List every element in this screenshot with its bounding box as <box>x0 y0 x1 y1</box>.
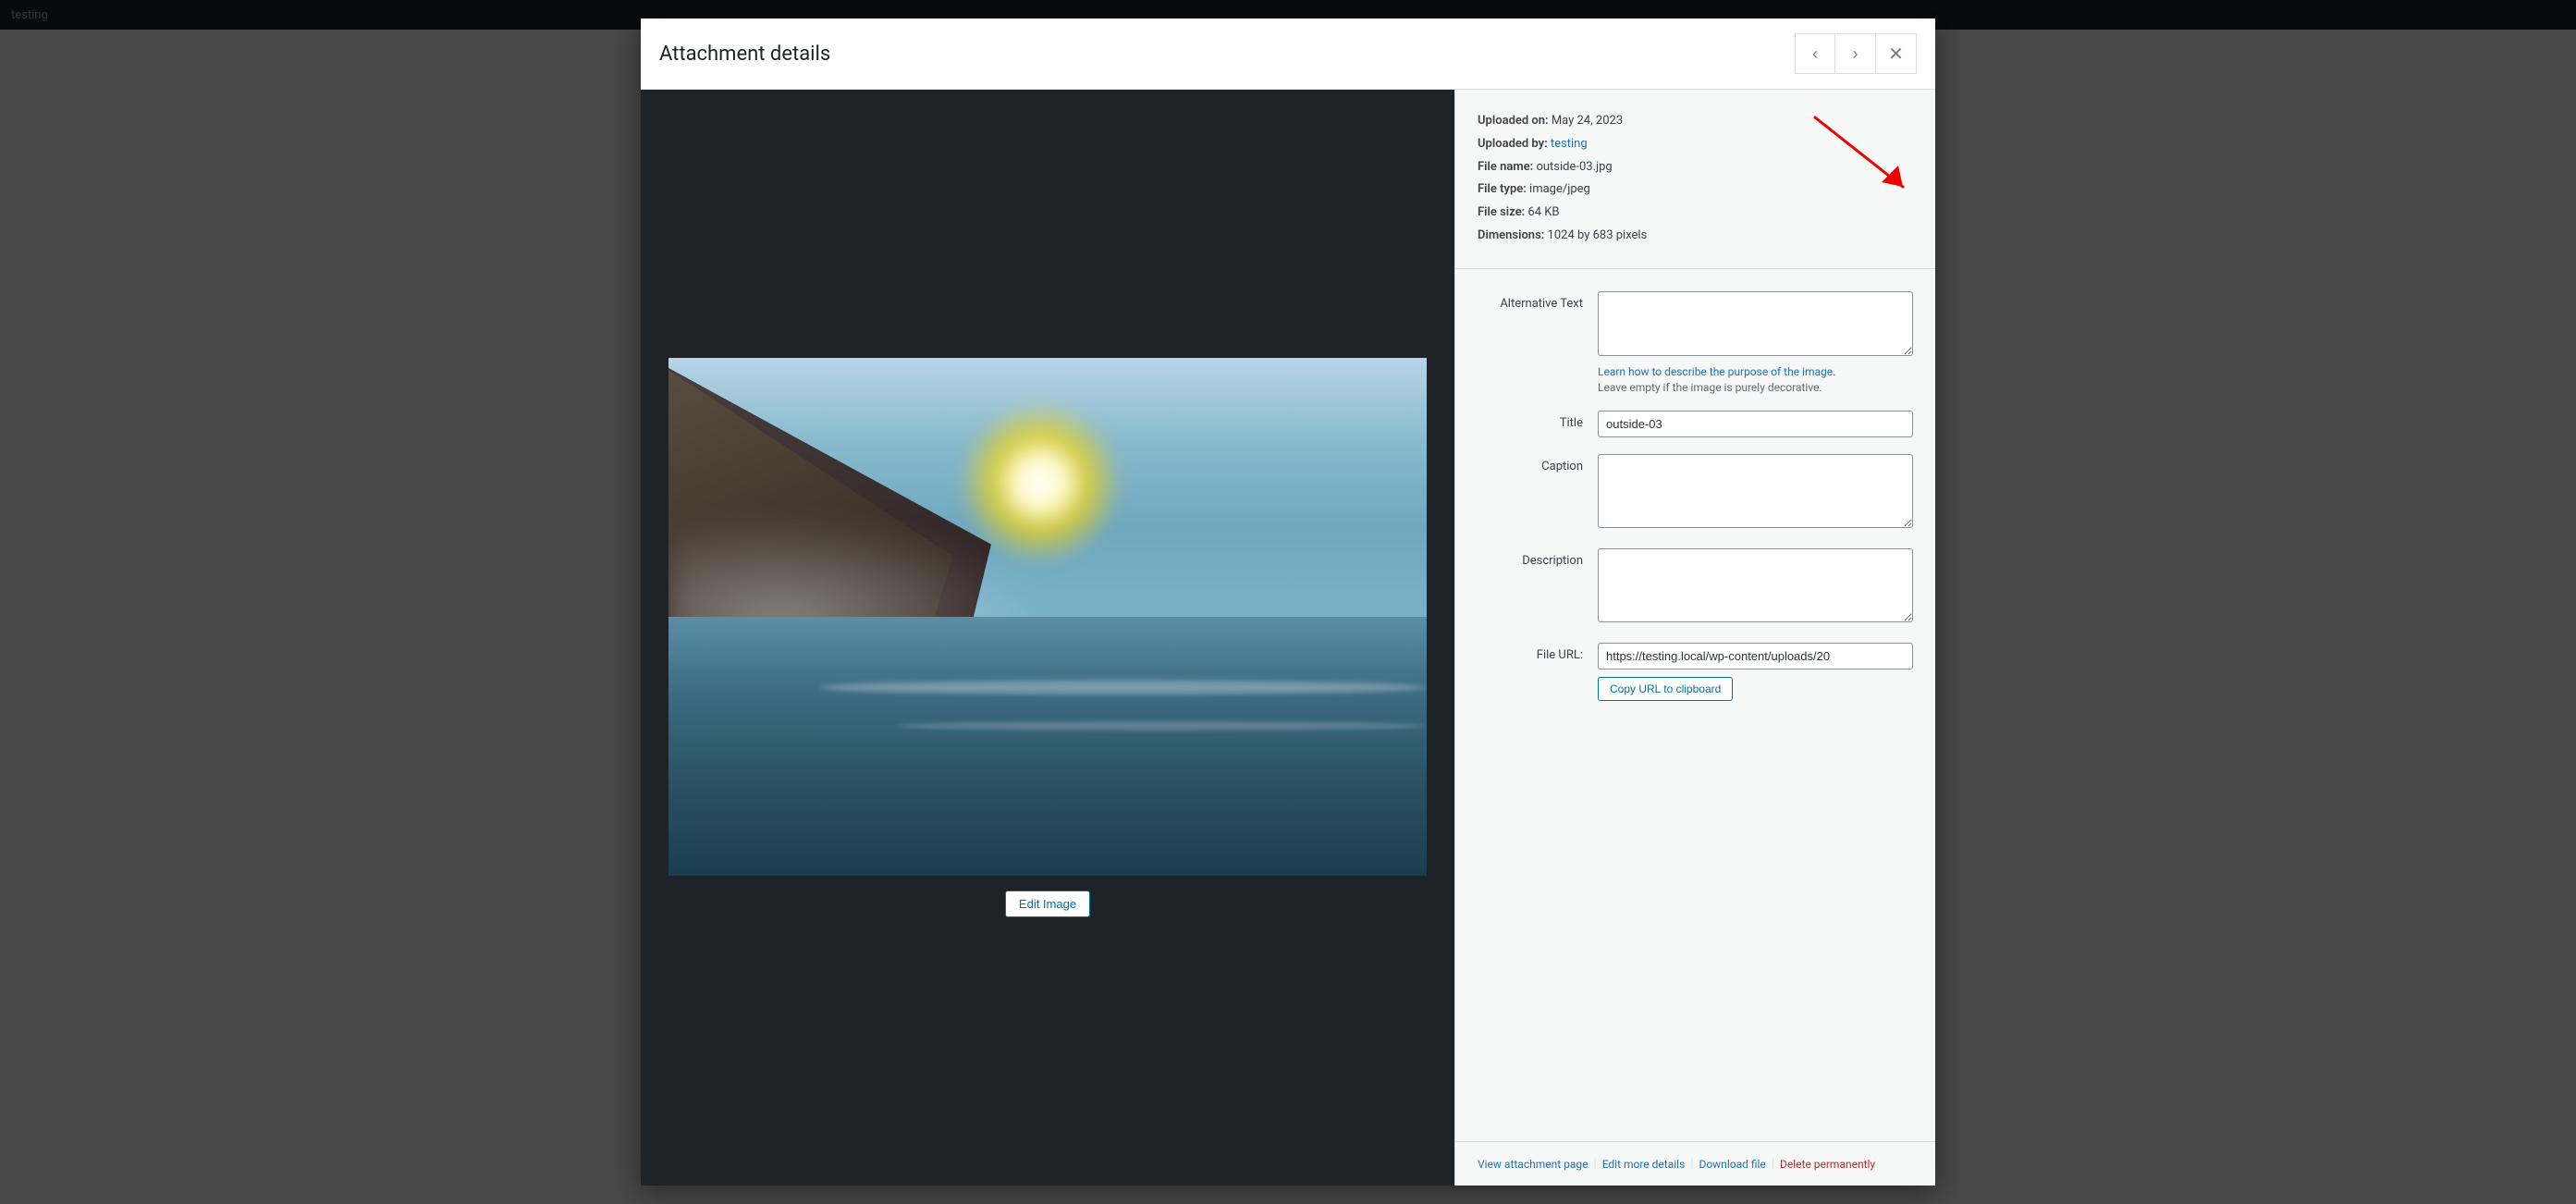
title-field <box>1598 411 1913 437</box>
alt-text-label: Alternative Text <box>1478 291 1598 311</box>
modal-overlay: Attachment details ‹ › ✕ <box>0 0 2576 1204</box>
copy-url-button[interactable]: Copy URL to clipboard <box>1598 677 1733 701</box>
separator-2: | <box>1690 1157 1693 1171</box>
file-url-label: File URL: <box>1478 643 1598 662</box>
close-button[interactable]: ✕ <box>1876 33 1917 74</box>
file-info-section: Uploaded on: May 24, 2023 Uploaded by: t… <box>1455 90 1935 269</box>
description-field <box>1598 548 1913 626</box>
file-url-wrapper <box>1598 643 1913 670</box>
modal-container: Attachment details ‹ › ✕ <box>641 18 1935 1186</box>
ocean-layer <box>669 617 1427 876</box>
view-attachment-link[interactable]: View attachment page <box>1478 1158 1589 1171</box>
uploaded-on-value: May 24, 2023 <box>1552 114 1623 128</box>
alt-text-hint: Leave empty if the image is purely decor… <box>1598 381 1913 394</box>
description-row: Description <box>1478 548 1913 626</box>
file-url-input[interactable] <box>1598 643 1913 670</box>
file-url-field: Copy URL to clipboard <box>1598 643 1913 701</box>
action-links: View attachment page | Edit more details… <box>1455 1141 1935 1186</box>
modal-title: Attachment details <box>659 43 830 66</box>
title-label: Title <box>1478 411 1598 430</box>
alt-text-field: Learn how to describe the purpose of the… <box>1598 291 1913 394</box>
delete-permanently-link[interactable]: Delete permanently <box>1780 1158 1875 1171</box>
alt-text-help: Learn how to describe the purpose of the… <box>1598 365 1913 379</box>
edit-image-button[interactable]: Edit Image <box>1005 891 1090 917</box>
red-arrow-annotation <box>1806 108 1917 204</box>
file-name-label: File name: <box>1478 160 1533 174</box>
form-section: Alternative Text Learn how to describe t… <box>1455 269 1935 1141</box>
uploaded-by-label: Uploaded by: <box>1478 137 1548 151</box>
edit-image-wrapper: Edit Image <box>1005 891 1090 917</box>
next-button[interactable]: › <box>1835 33 1876 74</box>
caption-input[interactable] <box>1598 454 1913 528</box>
file-size-value: 64 KB <box>1527 205 1559 219</box>
file-name-value: outside-03.jpg <box>1536 160 1612 174</box>
download-file-link[interactable]: Download file <box>1699 1158 1765 1171</box>
separator-1: | <box>1594 1157 1597 1171</box>
file-type-label: File type: <box>1478 182 1527 196</box>
uploaded-on-label: Uploaded on: <box>1478 114 1549 128</box>
image-panel: Edit Image <box>641 90 1454 1186</box>
caption-field <box>1598 454 1913 532</box>
details-panel: Uploaded on: May 24, 2023 Uploaded by: t… <box>1454 90 1935 1186</box>
attachment-image <box>669 358 1427 876</box>
prev-button[interactable]: ‹ <box>1795 33 1835 74</box>
dimensions-label: Dimensions: <box>1478 228 1544 242</box>
file-type-value: image/jpeg <box>1529 182 1590 196</box>
uploaded-by-link[interactable]: testing <box>1551 137 1588 151</box>
file-size-row: File size: 64 KB <box>1478 203 1913 223</box>
alt-text-help-link[interactable]: Learn how to describe the purpose of the… <box>1598 365 1835 378</box>
title-row: Title <box>1478 411 1913 437</box>
alt-text-row: Alternative Text Learn how to describe t… <box>1478 291 1913 394</box>
caption-label: Caption <box>1478 454 1598 473</box>
file-url-row: File URL: Copy URL to clipboard <box>1478 643 1913 701</box>
modal-nav: ‹ › ✕ <box>1795 33 1917 74</box>
title-input[interactable] <box>1598 411 1913 437</box>
file-size-label: File size: <box>1478 205 1525 219</box>
dimensions-value: 1024 by 683 pixels <box>1548 228 1648 242</box>
modal-header: Attachment details ‹ › ✕ <box>641 18 1935 90</box>
alt-text-input[interactable] <box>1598 291 1913 356</box>
wave1-layer <box>820 681 1427 694</box>
dimensions-row: Dimensions: 1024 by 683 pixels <box>1478 227 1913 246</box>
edit-more-details-link[interactable]: Edit more details <box>1602 1158 1686 1171</box>
separator-3: | <box>1772 1157 1774 1171</box>
caption-row: Caption <box>1478 454 1913 532</box>
modal-body: Edit Image Uploaded on: May 24, 2023 Upl… <box>641 90 1935 1186</box>
description-input[interactable] <box>1598 548 1913 622</box>
description-label: Description <box>1478 548 1598 568</box>
